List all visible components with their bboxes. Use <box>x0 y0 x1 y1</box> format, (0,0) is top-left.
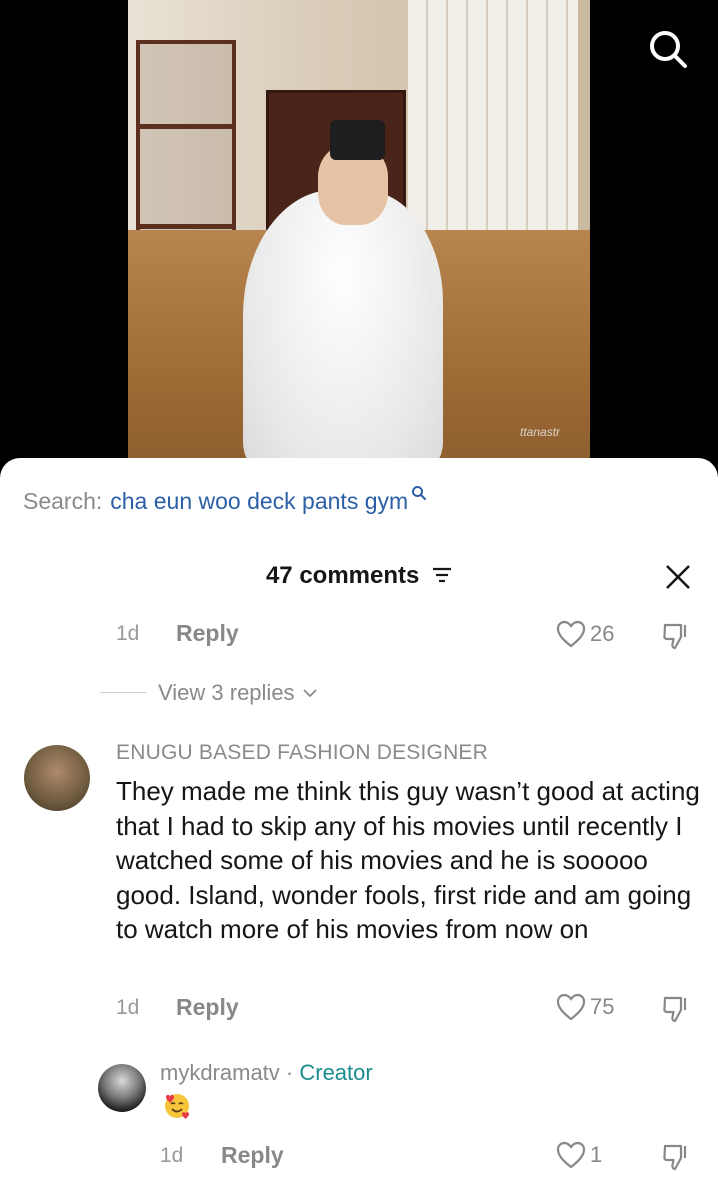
dislike-icon[interactable] <box>661 621 691 651</box>
reply-author[interactable]: mykdramatv · Creator <box>160 1060 373 1086</box>
actor-robe <box>243 190 443 470</box>
sort-filter-icon[interactable] <box>432 567 452 583</box>
comment-text: They made me think this guy wasn’t good … <box>116 776 700 944</box>
dislike-icon[interactable] <box>661 1142 691 1172</box>
scene-screen <box>408 0 578 240</box>
comment-author[interactable]: ENUGU BASED FASHION DESIGNER <box>116 741 488 765</box>
comment-timestamp: 1d <box>116 622 140 645</box>
comment-timestamp: 1d <box>116 996 140 1019</box>
reply-author-name: mykdramatv <box>160 1060 280 1085</box>
search-prefix: Search: <box>23 488 103 514</box>
video-watermark: ttanastr <box>520 425 561 439</box>
heart-icon <box>556 620 586 648</box>
actor-headband <box>330 120 385 160</box>
replies-divider <box>100 692 146 693</box>
heart-icon <box>556 993 586 1021</box>
author-separator: · <box>279 1060 300 1085</box>
chevron-down-icon <box>302 689 317 698</box>
reply-button[interactable]: Reply <box>176 994 239 1021</box>
like-count: 75 <box>590 994 615 1019</box>
like-button[interactable]: 26 <box>556 620 614 648</box>
comment-count: 47 comments <box>265 562 420 589</box>
smiling-face-with-hearts-icon <box>165 1094 189 1119</box>
like-button[interactable]: 75 <box>556 993 614 1021</box>
view-replies-label: View 3 replies <box>158 680 295 705</box>
heart-icon <box>556 1141 586 1169</box>
avatar[interactable] <box>24 745 90 811</box>
creator-avatar[interactable] <box>98 1064 146 1112</box>
search-query-link[interactable]: cha eun woo deck pants gym <box>110 488 408 515</box>
video-frame: ttanastr <box>128 0 590 470</box>
close-icon[interactable] <box>664 563 692 591</box>
creator-badge: Creator <box>299 1060 373 1085</box>
like-count: 1 <box>590 1142 603 1167</box>
comments-header: 47 comments <box>0 562 718 590</box>
like-button[interactable]: 1 <box>556 1141 602 1169</box>
view-replies-button[interactable]: View 3 replies <box>158 680 319 706</box>
search-icon[interactable] <box>647 28 689 70</box>
comments-sheet: Search: cha eun woo deck pants gym 47 co… <box>0 458 718 1200</box>
search-icon <box>412 486 427 500</box>
reply-button[interactable]: Reply <box>176 620 239 647</box>
dislike-icon[interactable] <box>661 994 691 1024</box>
search-suggestion[interactable]: Search: cha eun woo deck pants gym <box>23 486 427 515</box>
like-count: 26 <box>590 621 615 646</box>
reply-timestamp: 1d <box>160 1144 184 1167</box>
reply-button[interactable]: Reply <box>221 1142 284 1169</box>
video-player[interactable]: ttanastr <box>0 0 718 470</box>
